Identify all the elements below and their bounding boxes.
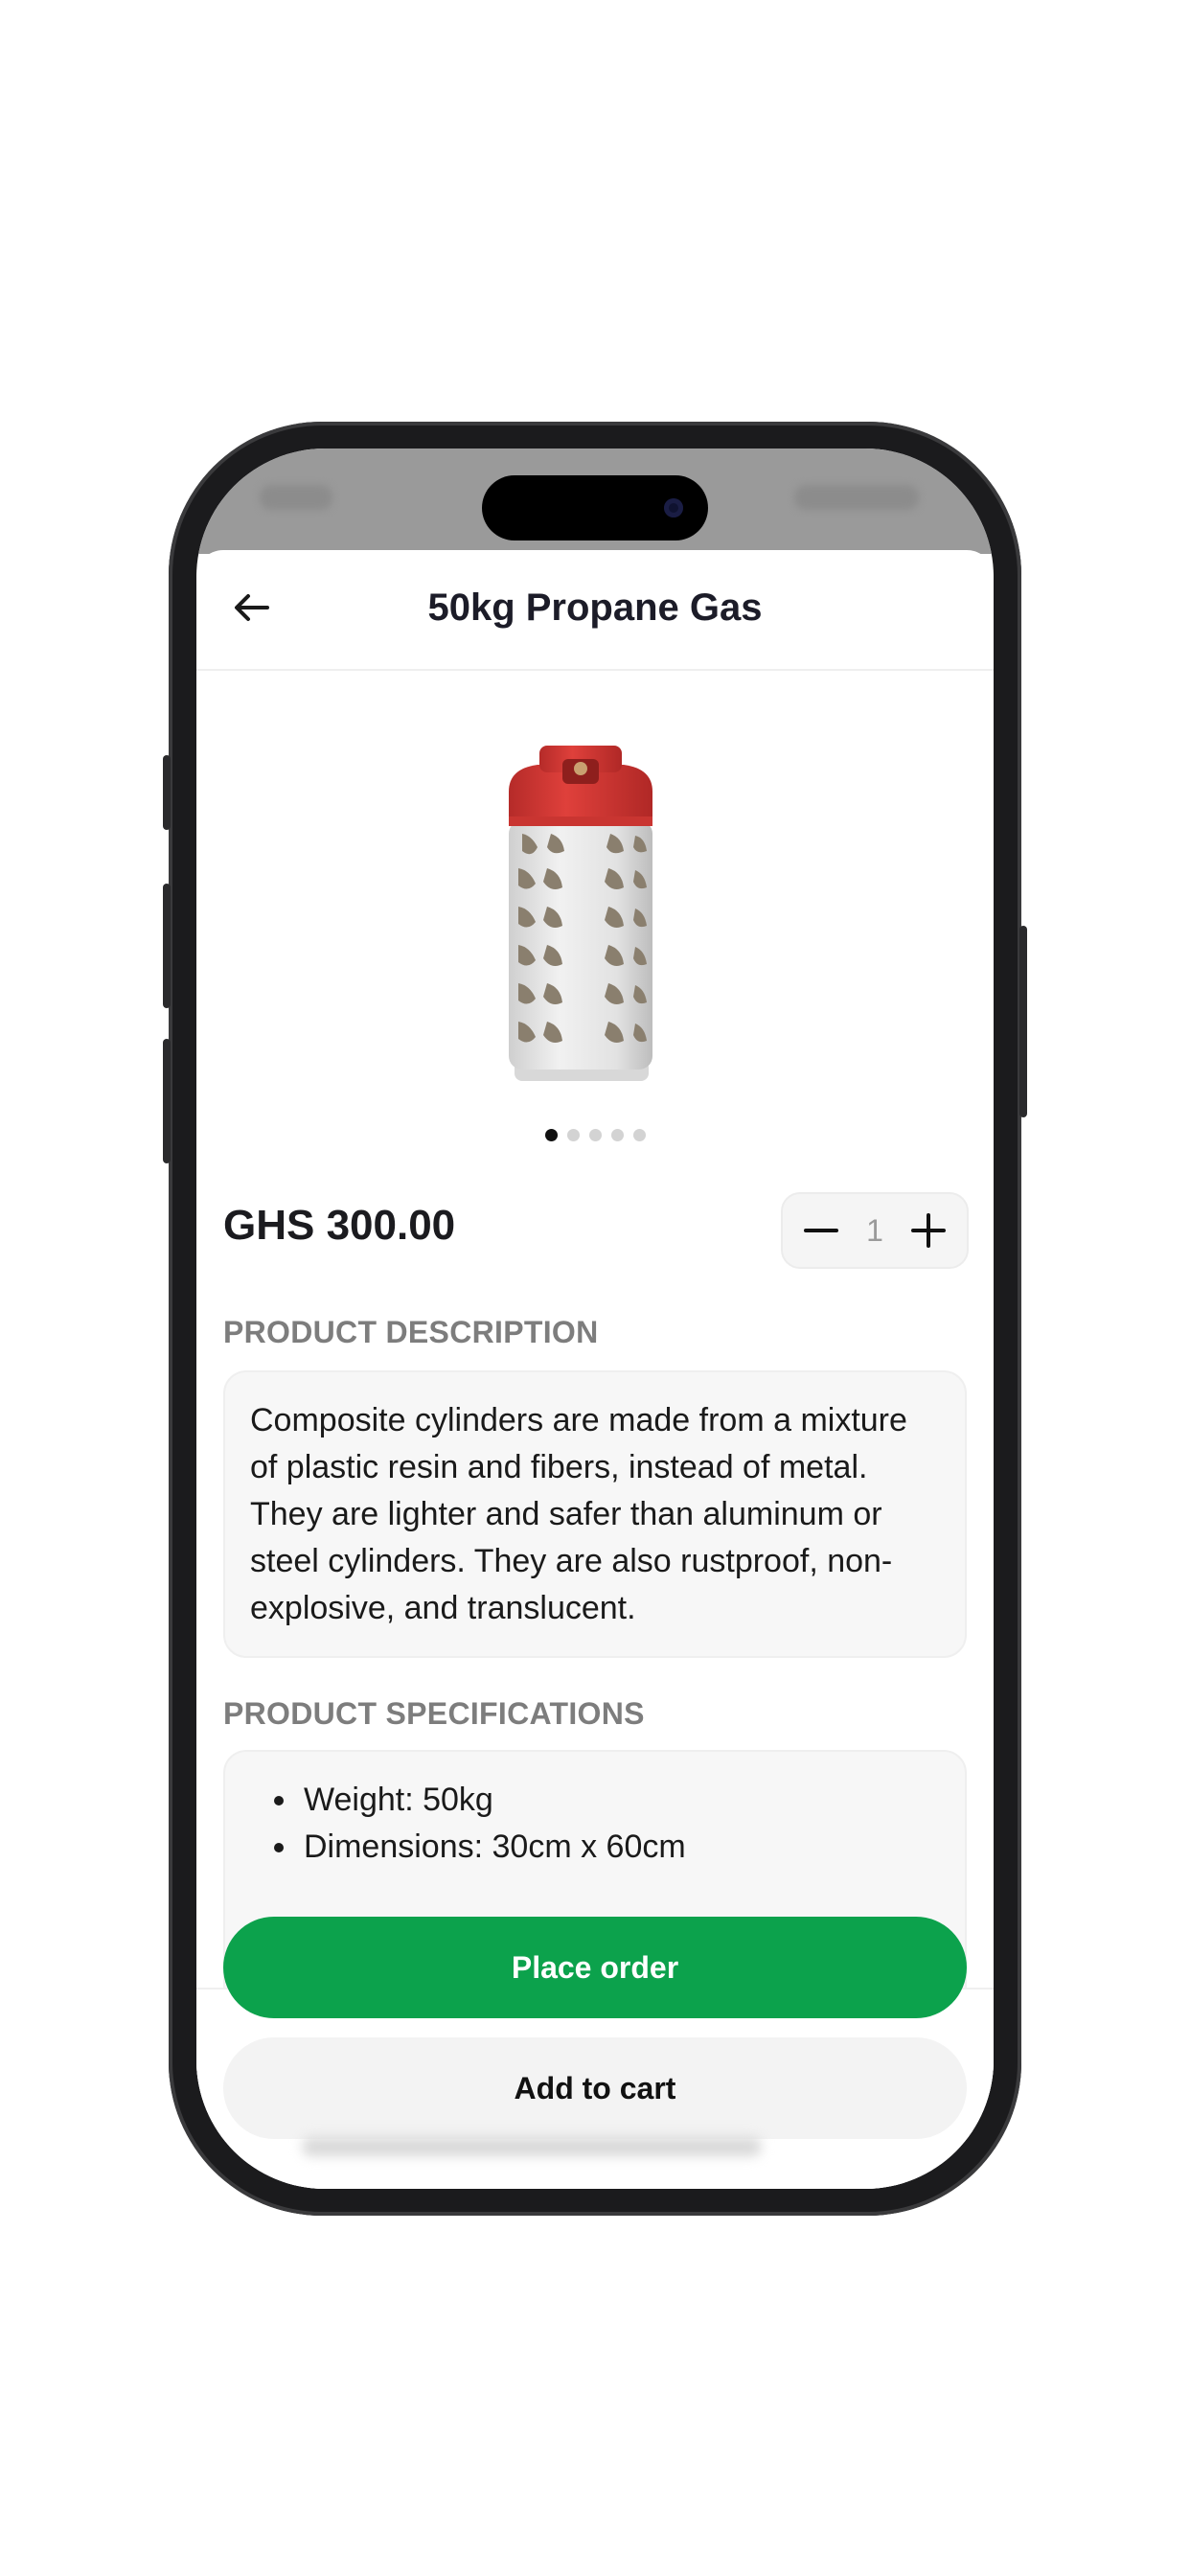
front-camera: [664, 498, 683, 518]
plus-icon: [910, 1213, 946, 1248]
carousel-dot[interactable]: [544, 1129, 558, 1141]
header: 50kg Propane Gas: [196, 550, 994, 671]
propane-cylinder-image: [509, 746, 652, 1081]
volume-down-button: [163, 1039, 171, 1163]
image-carousel-dots: [196, 1129, 994, 1141]
action-button: [163, 755, 171, 830]
decrease-quantity-button[interactable]: [798, 1208, 844, 1254]
quantity-stepper: 1: [781, 1192, 969, 1269]
specifications-list: Weight: 50kg Dimensions: 30cm x 60cm: [225, 1752, 965, 1871]
status-time: [260, 485, 332, 510]
page-title: 50kg Propane Gas: [427, 586, 763, 629]
carousel-dot[interactable]: [588, 1129, 602, 1141]
carousel-dot[interactable]: [632, 1129, 646, 1141]
status-icons: [794, 485, 919, 510]
power-button: [1019, 926, 1027, 1117]
increase-quantity-button[interactable]: [905, 1208, 951, 1254]
specifications-label: PRODUCT SPECIFICATIONS: [223, 1696, 645, 1731]
phone-screen: 50kg Propane Gas GHS 300.00 1 PRODUCT DE…: [196, 448, 994, 2189]
quantity-value: 1: [866, 1212, 883, 1248]
place-order-button[interactable]: Place order: [223, 1917, 967, 2018]
description-card: Composite cylinders are made from a mixt…: [223, 1370, 967, 1658]
back-button[interactable]: [223, 579, 281, 636]
spec-item: Weight: 50kg: [300, 1777, 965, 1824]
minus-icon: [804, 1229, 838, 1232]
dynamic-island: [482, 475, 708, 540]
product-image[interactable]: [480, 734, 708, 1098]
carousel-dot[interactable]: [566, 1129, 580, 1141]
description-label: PRODUCT DESCRIPTION: [223, 1315, 599, 1349]
status-bar: [196, 448, 994, 554]
product-price: GHS 300.00: [223, 1202, 456, 1249]
carousel-dot[interactable]: [610, 1129, 624, 1141]
arrow-left-icon: [235, 594, 269, 621]
home-indicator: [302, 2137, 762, 2156]
description-text: Composite cylinders are made from a mixt…: [250, 1402, 907, 1626]
volume-up-button: [163, 884, 171, 1008]
add-to-cart-button[interactable]: Add to cart: [223, 2037, 967, 2139]
spec-item: Dimensions: 30cm x 60cm: [300, 1824, 965, 1871]
